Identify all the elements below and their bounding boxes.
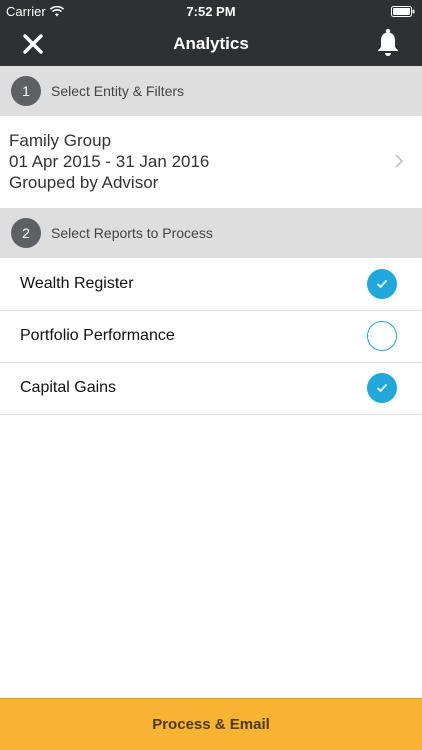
entity-filter-row[interactable]: Family Group 01 Apr 2015 - 31 Jan 2016 G… — [0, 117, 422, 208]
step-number-badge: 1 — [11, 76, 41, 106]
process-email-button[interactable]: Process & Email — [0, 698, 422, 750]
step-number-badge: 2 — [11, 218, 41, 248]
header: Carrier 7:52 PM Analytics — [0, 0, 422, 66]
bell-icon — [377, 28, 399, 56]
report-item-capital-gains[interactable]: Capital Gains — [0, 363, 422, 415]
page-title: Analytics — [173, 34, 249, 53]
notifications-button[interactable] — [375, 28, 401, 58]
report-item-wealth-register[interactable]: Wealth Register — [0, 259, 422, 311]
checkmark-icon — [376, 279, 388, 289]
section-title: Select Reports to Process — [51, 225, 213, 241]
entity-summary: Family Group 01 Apr 2015 - 31 Jan 2016 G… — [9, 130, 209, 193]
section-header-reports: 2 Select Reports to Process — [0, 208, 422, 258]
battery-icon — [391, 6, 415, 17]
nav-bar: Analytics — [0, 22, 422, 66]
entity-name: Family Group — [9, 131, 112, 150]
section-title: Select Entity & Filters — [51, 83, 185, 99]
status-bar: Carrier 7:52 PM — [0, 0, 422, 22]
section-header-entity: 1 Select Entity & Filters — [0, 66, 422, 116]
report-checkbox[interactable] — [367, 269, 397, 299]
report-checkbox[interactable] — [367, 373, 397, 403]
report-item-portfolio-performance[interactable]: Portfolio Performance — [0, 311, 422, 363]
status-time: 7:52 PM — [186, 4, 236, 19]
analytics-screen: Carrier 7:52 PM Analytics 1 Select Entit… — [0, 0, 422, 750]
report-label: Wealth Register — [20, 275, 134, 292]
checkmark-icon — [376, 383, 388, 393]
chevron-right-icon — [395, 154, 404, 168]
report-list: Wealth Register Portfolio Performance Ca… — [0, 259, 422, 415]
report-label: Capital Gains — [20, 379, 117, 396]
report-label: Portfolio Performance — [20, 327, 175, 344]
entity-date-range: 01 Apr 2015 - 31 Jan 2016 — [9, 152, 210, 171]
report-checkbox[interactable] — [367, 321, 397, 351]
entity-grouping: Grouped by Advisor — [9, 173, 159, 192]
